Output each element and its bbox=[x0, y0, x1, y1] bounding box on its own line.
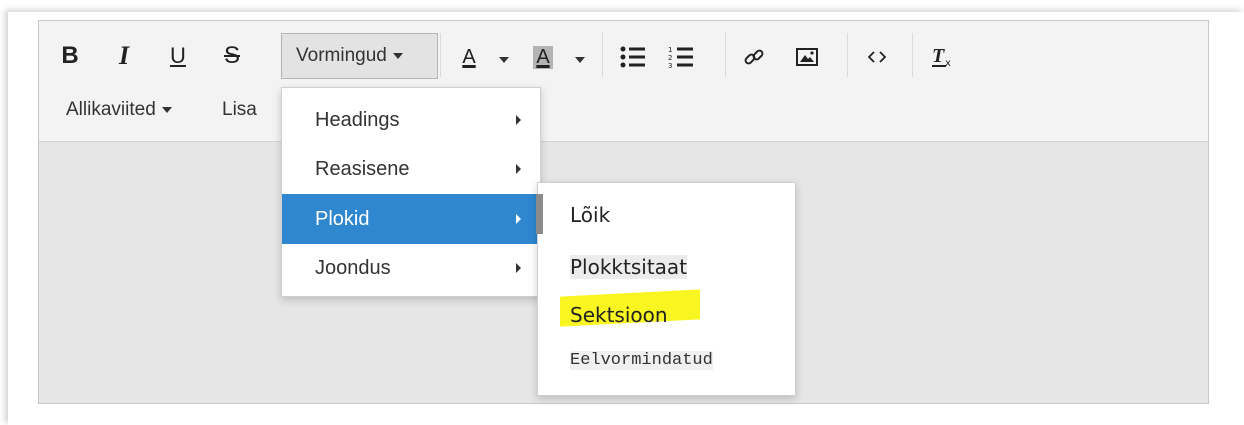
formats-menu: Headings Reasisene Plokid Joondus bbox=[281, 87, 541, 297]
background-color-icon: A bbox=[533, 45, 553, 69]
menu-item-label: Plokid bbox=[315, 207, 370, 230]
chevron-right-icon bbox=[516, 164, 521, 174]
image-button[interactable] bbox=[789, 37, 825, 77]
submenu-item-blockquote[interactable]: Plokktsitaat bbox=[570, 255, 688, 279]
blocks-submenu: Lõik Plokktsitaat Sektsioon Eelvormindat… bbox=[537, 182, 796, 396]
numbered-list-button[interactable]: 1 2 3 bbox=[663, 37, 699, 77]
chevron-down-icon bbox=[161, 107, 172, 113]
chevron-right-icon bbox=[516, 263, 521, 273]
menu-item-alignment[interactable]: Joondus bbox=[282, 243, 540, 293]
menu-item-label: Headings bbox=[315, 108, 400, 131]
references-dropdown[interactable]: Allikaviited bbox=[66, 99, 172, 121]
svg-text:3: 3 bbox=[668, 62, 672, 69]
strikethrough-button[interactable]: S bbox=[217, 35, 247, 77]
svg-text:1: 1 bbox=[668, 46, 672, 54]
formats-label: Vormingud bbox=[296, 45, 387, 66]
submenu-item-paragraph[interactable]: Lõik bbox=[570, 203, 610, 227]
insert-button[interactable]: Lisa bbox=[222, 99, 257, 121]
code-icon bbox=[868, 51, 886, 63]
menu-item-blocks[interactable]: Plokid bbox=[282, 194, 540, 244]
italic-button[interactable]: I bbox=[109, 35, 139, 77]
submenu-item-preformatted[interactable]: Eelvormindatud bbox=[570, 351, 713, 370]
underline-button[interactable]: U bbox=[163, 35, 193, 77]
text-color-button[interactable]: A bbox=[451, 37, 487, 77]
code-button[interactable] bbox=[859, 37, 895, 77]
bullet-list-button[interactable] bbox=[615, 37, 651, 77]
text-color-icon: A bbox=[462, 45, 476, 68]
background-color-button[interactable]: A bbox=[525, 37, 561, 77]
rich-text-editor: B I U S Vormingud A A 1 2 3 T x Allikavi… bbox=[38, 20, 1209, 404]
chevron-right-icon bbox=[516, 115, 521, 125]
chevron-down-icon[interactable] bbox=[499, 57, 509, 63]
bullet-list-icon bbox=[620, 46, 645, 68]
menu-scroll-indicator bbox=[536, 194, 543, 234]
chevron-down-icon[interactable] bbox=[575, 57, 585, 63]
chevron-right-icon bbox=[516, 214, 521, 224]
editor-toolbar: B I U S Vormingud A A 1 2 3 T x Allikavi… bbox=[39, 21, 1208, 142]
link-button[interactable] bbox=[736, 37, 772, 77]
chevron-down-icon bbox=[392, 53, 403, 59]
clear-format-button[interactable]: T x bbox=[925, 37, 961, 77]
numbered-list-icon: 1 2 3 bbox=[668, 46, 693, 69]
link-icon bbox=[744, 49, 764, 65]
formats-dropdown[interactable]: Vormingud bbox=[281, 33, 438, 79]
svg-text:2: 2 bbox=[668, 54, 672, 62]
menu-item-label: Reasisene bbox=[315, 157, 410, 180]
image-icon bbox=[796, 48, 818, 66]
menu-item-inline[interactable]: Reasisene bbox=[282, 144, 540, 194]
clear-format-icon: T x bbox=[932, 45, 951, 69]
references-label: Allikaviited bbox=[66, 99, 156, 120]
svg-text:T: T bbox=[932, 45, 945, 67]
menu-item-headings[interactable]: Headings bbox=[282, 95, 540, 145]
menu-item-label: Joondus bbox=[315, 256, 391, 279]
svg-text:x: x bbox=[945, 58, 951, 69]
bold-button[interactable]: B bbox=[55, 35, 85, 77]
submenu-item-section[interactable]: Sektsioon bbox=[570, 303, 668, 327]
